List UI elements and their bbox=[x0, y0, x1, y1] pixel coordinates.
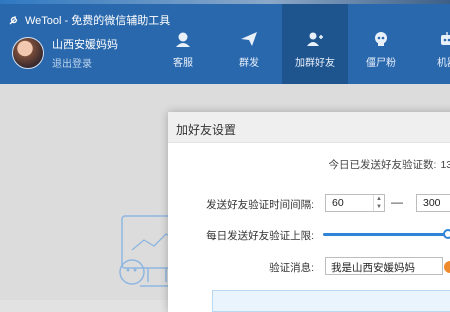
nav-label: 客服 bbox=[173, 58, 193, 69]
logout-link[interactable]: 退出登录 bbox=[52, 55, 118, 70]
main-nav: 客服 群发 加群好友 僵尸粉 机器 bbox=[150, 4, 450, 84]
nav-label: 群发 bbox=[239, 58, 259, 69]
nav-item-robot[interactable]: 机器 bbox=[414, 4, 450, 84]
verification-message-input[interactable]: 我是山西安媛妈妈 bbox=[325, 257, 443, 275]
stepper-arrows-icon[interactable]: ▲ ▼ bbox=[373, 195, 384, 211]
app-title-area: WeTool - 免费的微信辅助工具 bbox=[8, 12, 170, 28]
user-name: 山西安媛妈妈 bbox=[52, 39, 118, 51]
skull-icon bbox=[375, 32, 387, 46]
message-label: 验证消息: bbox=[269, 262, 314, 274]
interval-min-stepper[interactable]: 60 ▲ ▼ bbox=[325, 194, 385, 212]
avatar[interactable] bbox=[12, 37, 44, 69]
interval-label: 发送好友验证时间间隔: bbox=[206, 199, 314, 211]
daily-limit-slider[interactable] bbox=[323, 233, 450, 236]
robot-icon bbox=[441, 32, 450, 45]
nav-item-zombie-fans[interactable]: 僵尸粉 bbox=[348, 4, 414, 84]
dialog-header: 加好友设置 bbox=[168, 112, 450, 143]
app-title: WeTool - 免费的微信辅助工具 bbox=[25, 15, 171, 27]
interval-max-stepper[interactable]: 300 bbox=[416, 194, 450, 212]
nav-item-add-friends[interactable]: 加群好友 bbox=[282, 4, 348, 84]
wrench-icon bbox=[9, 15, 18, 25]
send-icon bbox=[241, 32, 257, 46]
nav-label: 加群好友 bbox=[295, 58, 335, 69]
today-sent-count: 今日已发送好友验证数:135 bbox=[329, 157, 450, 172]
interval-max-value: 300 bbox=[423, 197, 441, 209]
add-friend-settings-dialog: 加好友设置 今日已发送好友验证数:135 发送好友验证时间间隔: 60 ▲▼ —… bbox=[168, 112, 450, 312]
orange-action-icon[interactable] bbox=[444, 261, 450, 273]
add-friend-icon bbox=[307, 32, 323, 46]
interval-min-value: 60 bbox=[332, 197, 344, 209]
headset-icon bbox=[176, 32, 190, 47]
nav-item-customer-service[interactable]: 客服 bbox=[150, 4, 216, 84]
dialog-title: 加好友设置 bbox=[176, 123, 237, 137]
interval-separator: — bbox=[391, 195, 403, 209]
nav-label: 机器 bbox=[437, 58, 450, 69]
today-sent-value: 135 bbox=[440, 159, 450, 171]
user-panel: 山西安媛妈妈 退出登录 bbox=[12, 36, 118, 70]
tip-box bbox=[212, 290, 450, 312]
today-sent-label: 今日已发送好友验证数: bbox=[328, 159, 437, 171]
nav-label: 僵尸粉 bbox=[366, 58, 396, 69]
nav-item-broadcast[interactable]: 群发 bbox=[216, 4, 282, 84]
daily-limit-slider-thumb[interactable] bbox=[443, 229, 450, 239]
verification-message-value: 我是山西安媛妈妈 bbox=[331, 262, 415, 274]
daily-limit-label: 每日发送好友验证上限: bbox=[206, 230, 314, 242]
